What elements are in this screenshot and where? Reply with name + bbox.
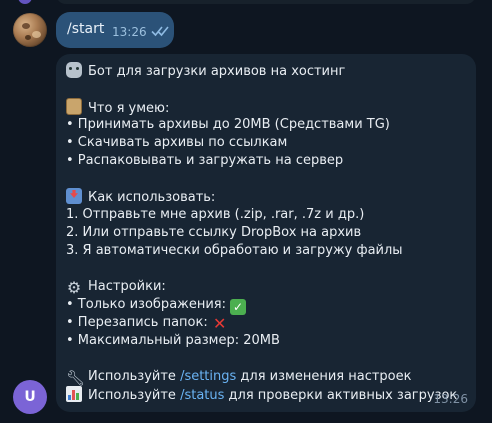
setting-images-only-label: • Только изображения: bbox=[66, 297, 227, 312]
status-cmd-suffix: для проверки активных загрузок bbox=[224, 388, 458, 403]
list-item: 3. Я автоматически обработаю и загружу ф… bbox=[66, 243, 403, 258]
inbox-tray-icon bbox=[66, 188, 82, 204]
settings-header-line: ⚙ Настройки: bbox=[66, 278, 166, 296]
double-check-icon bbox=[151, 26, 169, 37]
list-item: 2. Или отправьте ссылку DropBox на архив bbox=[66, 225, 362, 240]
bot-title: Бот для загрузки архивов на хостинг bbox=[88, 64, 346, 79]
list-item: • Скачивать архивы по ссылкам bbox=[66, 135, 288, 150]
bot-avatar[interactable]: U bbox=[13, 380, 47, 414]
how-header: Как использовать: bbox=[88, 190, 216, 205]
bar-chart-icon bbox=[66, 386, 82, 402]
bot-message-bubble[interactable]: Бот для загрузки архивов на хостинг Что … bbox=[56, 54, 476, 412]
list-item: • Распаковывать и загружать на сервер bbox=[66, 153, 344, 168]
setting-overwrite-label: • Перезапись папок: bbox=[66, 315, 208, 330]
list-item: 1. Отправьте мне архив (.zip, .rar, .7z … bbox=[66, 207, 365, 222]
clipboard-icon bbox=[66, 98, 82, 115]
previous-avatar-edge bbox=[18, 0, 32, 4]
message-time: 13:26 bbox=[433, 392, 468, 406]
check-mark-button-icon: ✓ bbox=[230, 299, 247, 315]
can-header: Что я умею: bbox=[88, 101, 170, 116]
setting-images-only: • Только изображения: ✓ bbox=[66, 296, 247, 315]
bot-title-line: Бот для загрузки архивов на хостинг bbox=[66, 62, 345, 81]
robot-icon bbox=[66, 62, 82, 78]
list-item: • Принимать архивы до 20MB (Средствами T… bbox=[66, 117, 390, 132]
status-command-line: Используйте /status для проверки активны… bbox=[66, 386, 457, 405]
previous-bubble-edge bbox=[56, 0, 476, 4]
status-cmd-prefix: Используйте bbox=[88, 388, 181, 403]
settings-cmd-prefix: Используйте bbox=[88, 369, 181, 384]
setting-max-size: • Максимальный размер: 20MB bbox=[66, 333, 280, 348]
wrench-icon: 🔧︎ bbox=[66, 369, 86, 387]
cross-mark-icon: ✕ bbox=[213, 314, 227, 333]
gear-icon: ⚙ bbox=[66, 278, 82, 297]
previous-message-edge bbox=[0, 0, 492, 6]
setting-overwrite: • Перезапись папок: ✕ bbox=[66, 314, 228, 332]
settings-header: Настройки: bbox=[88, 279, 166, 294]
status-command-link[interactable]: /status bbox=[180, 388, 224, 403]
settings-cmd-suffix: для изменения настроек bbox=[236, 369, 412, 384]
settings-command-link[interactable]: /settings bbox=[180, 369, 236, 384]
message-time: 13:26 bbox=[112, 25, 147, 39]
settings-command-line: 🔧︎ Используйте /settings для изменения на… bbox=[66, 368, 412, 386]
can-header-line: Что я умею: bbox=[66, 98, 169, 118]
user-avatar[interactable] bbox=[13, 13, 47, 47]
start-command-text: /start bbox=[67, 21, 105, 37]
outgoing-message-bubble[interactable]: /start 13:26 bbox=[56, 12, 174, 48]
how-header-line: Как использовать: bbox=[66, 188, 215, 207]
